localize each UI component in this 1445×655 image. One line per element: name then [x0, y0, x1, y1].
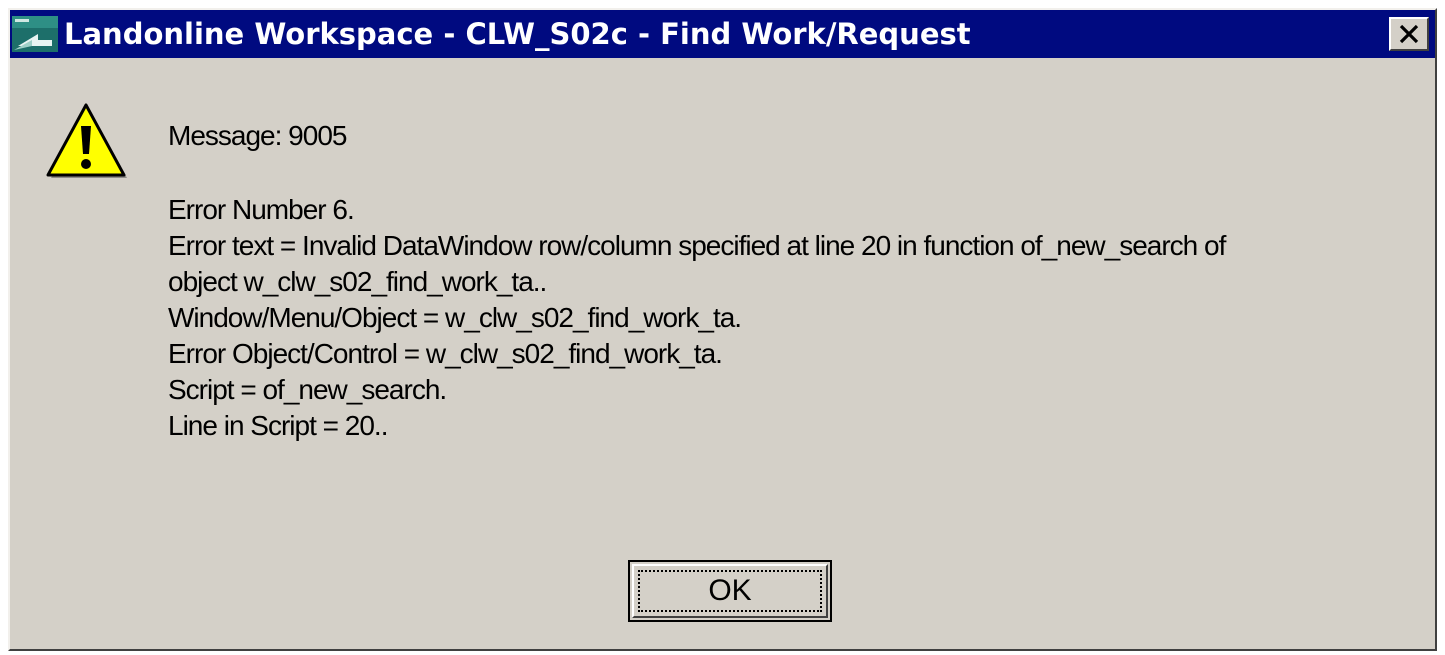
error-message: Message: 9005 Error Number 6. Error text…	[168, 118, 1418, 444]
message-line: Error text = Invalid DataWindow row/colu…	[168, 230, 1226, 261]
message-line: Error Number 6.	[168, 194, 355, 225]
message-line: Script = of_new_search.	[168, 374, 447, 405]
message-header: Message: 9005	[168, 120, 347, 151]
title-bar[interactable]: Landonline Workspace - CLW_S02c - Find W…	[10, 10, 1435, 58]
error-dialog-window: Landonline Workspace - CLW_S02c - Find W…	[8, 8, 1437, 651]
close-icon	[1399, 24, 1419, 44]
message-line: object w_clw_s02_find_work_ta..	[168, 266, 547, 297]
landonline-app-icon	[12, 16, 58, 52]
close-button[interactable]	[1389, 17, 1429, 51]
ok-button[interactable]: OK	[628, 560, 832, 622]
warning-icon	[46, 103, 127, 178]
ok-button-label: OK	[638, 570, 822, 612]
message-line: Error Object/Control = w_clw_s02_find_wo…	[168, 338, 723, 369]
message-line: Line in Script = 20..	[168, 410, 388, 441]
message-line: Window/Menu/Object = w_clw_s02_find_work…	[168, 302, 742, 333]
window-title: Landonline Workspace - CLW_S02c - Find W…	[64, 17, 971, 51]
